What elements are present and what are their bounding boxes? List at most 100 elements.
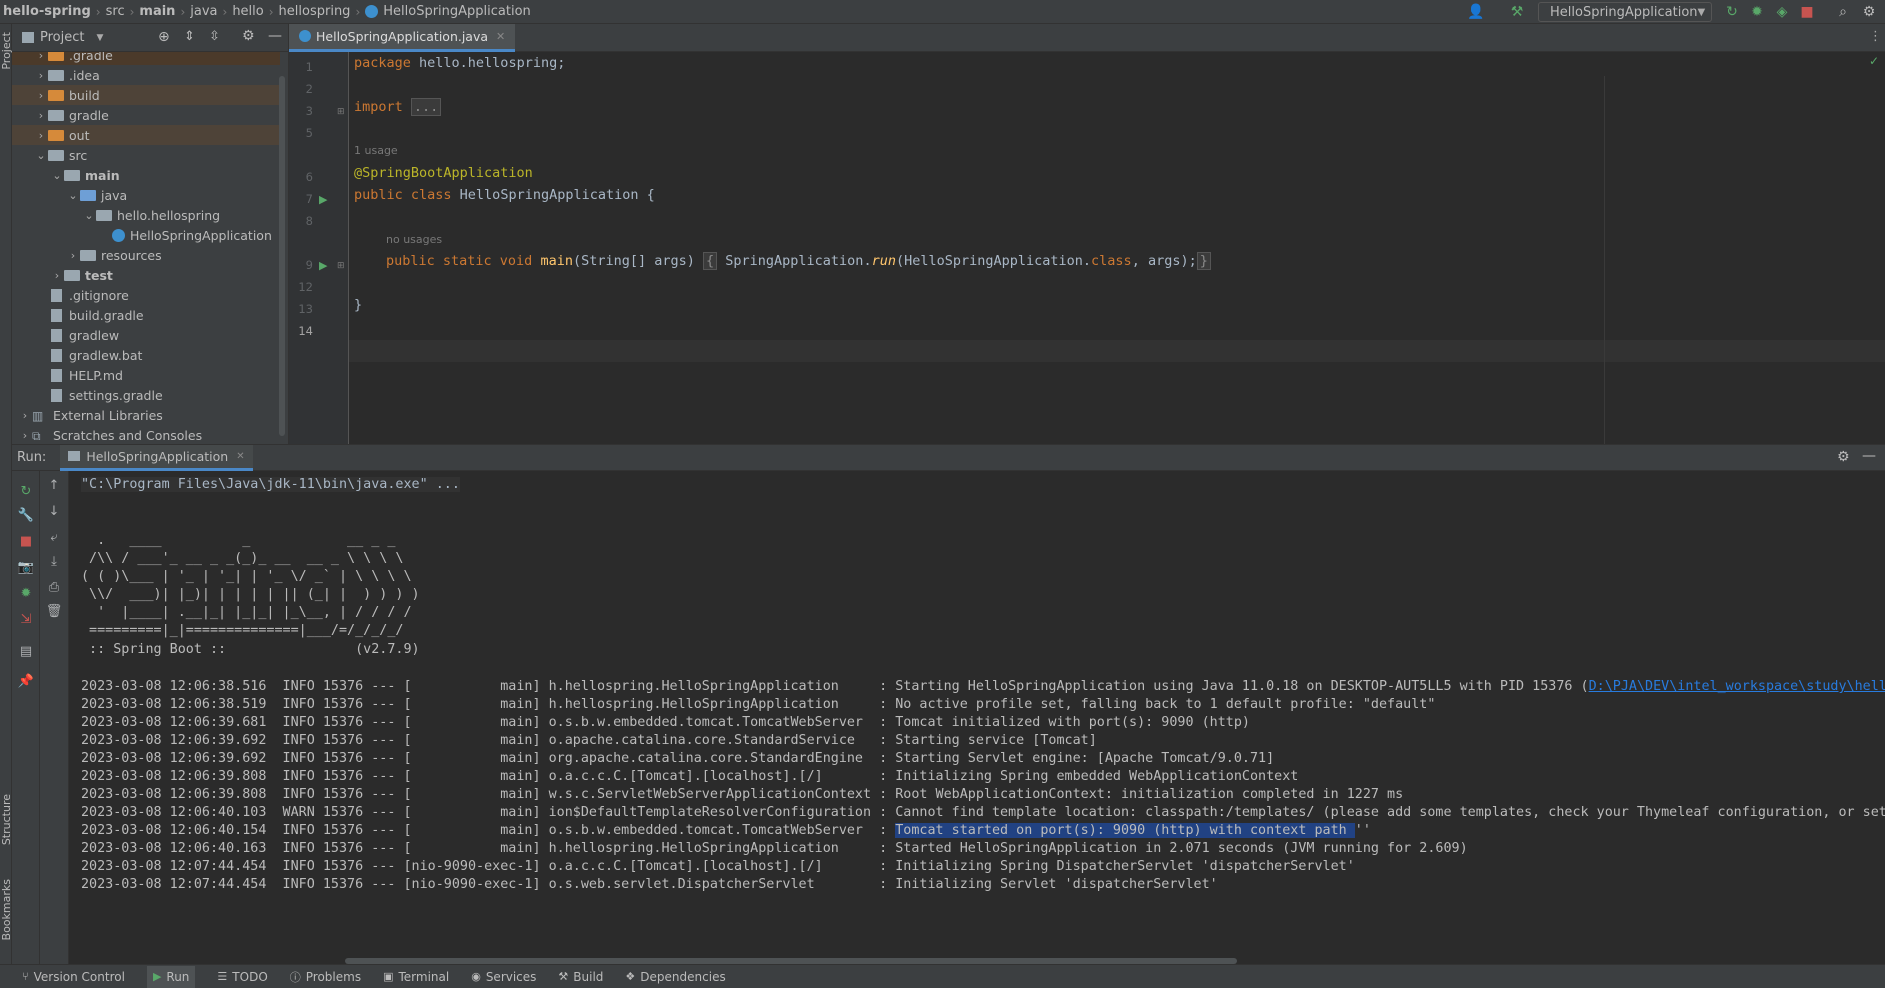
arrow-up-icon[interactable]: ↑	[44, 475, 64, 495]
stop-icon[interactable]: ■	[16, 531, 36, 551]
chevron-down-icon[interactable]: ⌄	[34, 149, 48, 162]
chevron-right-icon[interactable]: ›	[18, 409, 32, 422]
chevron-down-icon[interactable]: ⌄	[50, 169, 64, 182]
close-icon[interactable]: ✕	[236, 451, 244, 462]
breadcrumb-java[interactable]: java	[190, 4, 217, 19]
version-control-tool-button[interactable]: ⑂ Version Control	[22, 970, 125, 984]
exit-icon[interactable]: ⇲	[16, 609, 36, 629]
fold-icon[interactable]: ⊞	[337, 107, 345, 117]
chevron-right-icon[interactable]: ›	[50, 269, 64, 282]
todo-tool-button[interactable]: ☰ TODO	[217, 970, 267, 984]
tree-item[interactable]: › ⧉ Scratches and Consoles	[12, 425, 280, 444]
rerun-icon[interactable]: ↻	[1721, 1, 1743, 23]
chevron-right-icon[interactable]: ›	[34, 129, 48, 142]
scroll-to-end-icon[interactable]: ⤓	[44, 551, 64, 571]
folded-region[interactable]: }	[1196, 252, 1211, 270]
breadcrumb-hello[interactable]: hello	[232, 4, 263, 19]
wrench-icon[interactable]: 🔧	[16, 505, 36, 525]
run-tool-button[interactable]: ▶ Run	[146, 965, 196, 988]
fold-icon[interactable]: ⊞	[337, 261, 345, 271]
terminal-tool-button[interactable]: ▣ Terminal	[383, 970, 449, 984]
tree-item[interactable]: gradlew	[12, 325, 280, 345]
breadcrumb-hellospring[interactable]: hellospring	[279, 4, 351, 19]
breadcrumb-class[interactable]: HelloSpringApplication	[383, 4, 531, 19]
tree-item[interactable]: ⌄ src	[12, 145, 280, 165]
tree-item[interactable]: HelloSpringApplication	[12, 225, 280, 245]
services-tool-button[interactable]: ◉ Services	[471, 970, 536, 984]
debug-icon[interactable]: ✹	[16, 583, 36, 603]
inspection-ok-icon[interactable]: ✓	[1869, 54, 1879, 68]
soft-wrap-icon[interactable]: ⤶	[44, 527, 64, 547]
tree-item[interactable]: ⌄ main	[12, 165, 280, 185]
run-config-dropdown[interactable]: HelloSpringApplication ▼	[1538, 2, 1712, 22]
tree-item[interactable]: build.gradle	[12, 305, 280, 325]
debug-icon[interactable]: ✹	[1746, 1, 1768, 23]
tree-item[interactable]: › gradle	[12, 105, 280, 125]
usage-hint[interactable]: 1 usage	[354, 144, 398, 157]
tree-item[interactable]: › resources	[12, 245, 280, 265]
more-icon[interactable]: ⋮	[1869, 29, 1882, 44]
chevron-right-icon[interactable]: ›	[34, 109, 48, 122]
breadcrumb-project[interactable]: hello-spring	[3, 4, 91, 19]
editor-tab[interactable]: HelloSpringApplication.java ✕	[289, 23, 516, 52]
trash-icon[interactable]: 🗑	[44, 601, 64, 621]
tree-item[interactable]: ⌄ hello.hellospring	[12, 205, 280, 225]
gear-icon[interactable]: ⚙	[1837, 449, 1850, 465]
run-gutter-icon[interactable]: ▶	[319, 259, 327, 272]
project-view-selector[interactable]: Project	[40, 30, 84, 45]
stop-icon[interactable]: ■	[1796, 1, 1818, 23]
hide-panel-icon[interactable]: —	[268, 28, 282, 44]
collapse-all-icon[interactable]: ⇳	[209, 29, 220, 44]
tree-item[interactable]: › test	[12, 265, 280, 285]
console-command-line[interactable]: "C:\Program Files\Java\jdk-11\bin\java.e…	[81, 477, 460, 492]
print-icon[interactable]: ⎙	[44, 577, 64, 597]
camera-icon[interactable]: 📷	[16, 557, 36, 577]
breadcrumb-src[interactable]: src	[106, 4, 125, 19]
user-icon[interactable]: 👤	[1465, 1, 1487, 23]
tree-item[interactable]: ⌄ java	[12, 185, 280, 205]
chevron-right-icon[interactable]: ›	[34, 69, 48, 82]
chevron-down-icon[interactable]: ⌄	[82, 209, 96, 222]
selected-text[interactable]: Tomcat started on port(s): 9090 (http) w…	[895, 823, 1355, 838]
tree-item[interactable]: .gitignore	[12, 285, 280, 305]
dependencies-tool-button[interactable]: ❖ Dependencies	[625, 970, 725, 984]
run-with-coverage-icon[interactable]: ◈	[1771, 1, 1793, 23]
chevron-right-icon[interactable]: ›	[18, 429, 32, 442]
project-scrollbar[interactable]	[279, 76, 285, 436]
pin-icon[interactable]: 📌	[16, 671, 36, 691]
hide-panel-icon[interactable]: —	[1862, 448, 1876, 464]
tree-item[interactable]: settings.gradle	[12, 385, 280, 405]
expand-all-icon[interactable]: ⇕	[184, 29, 195, 44]
folded-region[interactable]: {	[703, 252, 718, 270]
chevron-right-icon[interactable]: ›	[34, 52, 48, 62]
build-tool-button[interactable]: ⚒ Build	[558, 970, 603, 984]
run-gutter-icon[interactable]: ▶	[319, 193, 327, 206]
console-output[interactable]: "C:\Program Files\Java\jdk-11\bin\java.e…	[74, 471, 1885, 965]
build-hammer-icon[interactable]: ⚒	[1506, 1, 1528, 23]
usage-hint[interactable]: no usages	[386, 233, 442, 246]
problems-tool-button[interactable]: ⓘ Problems	[290, 969, 361, 985]
search-icon[interactable]: ⌕	[1832, 1, 1854, 23]
tree-item[interactable]: HELP.md	[12, 365, 280, 385]
tree-item[interactable]: › ▥ External Libraries	[12, 405, 280, 425]
arrow-down-icon[interactable]: ↓	[44, 501, 64, 521]
gear-icon[interactable]: ⚙	[242, 28, 255, 44]
close-icon[interactable]: ✕	[496, 30, 505, 43]
tree-item[interactable]: › .gradle	[12, 52, 280, 65]
run-tab[interactable]: HelloSpringApplication ✕	[60, 444, 253, 471]
tree-item[interactable]: gradlew.bat	[12, 345, 280, 365]
chevron-down-icon[interactable]: ▼	[96, 33, 103, 43]
locate-icon[interactable]: ⊕	[158, 29, 170, 45]
tree-item[interactable]: › out	[12, 125, 280, 145]
tree-item[interactable]: › .idea	[12, 65, 280, 85]
chevron-down-icon[interactable]: ⌄	[66, 189, 80, 202]
folded-region[interactable]: ...	[410, 98, 442, 116]
chevron-right-icon[interactable]: ›	[34, 89, 48, 102]
chevron-right-icon[interactable]: ›	[66, 249, 80, 262]
gear-icon[interactable]: ⚙	[1858, 1, 1880, 23]
layout-icon[interactable]: ▤	[16, 641, 36, 661]
log-file-link[interactable]: D:\PJA\DEV\intel_workspace\study\hello	[1589, 679, 1885, 694]
rerun-icon[interactable]: ↻	[16, 481, 36, 501]
tree-item[interactable]: › build	[12, 85, 280, 105]
breadcrumb-main[interactable]: main	[139, 4, 175, 19]
